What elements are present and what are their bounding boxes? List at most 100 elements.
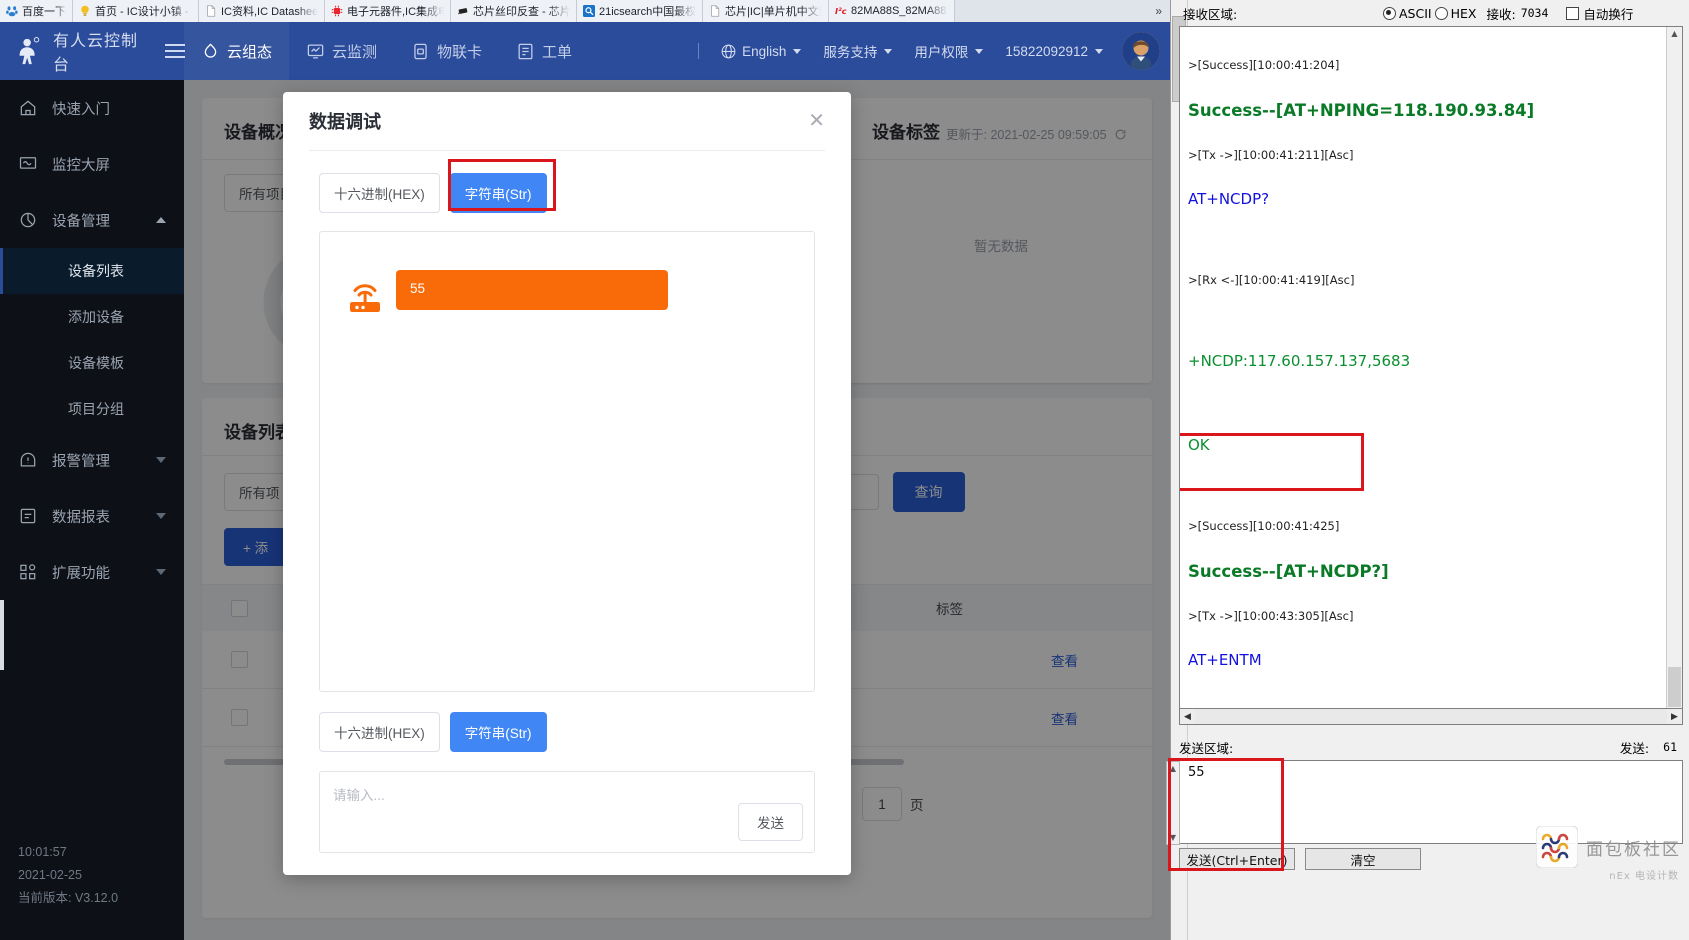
ic-red-icon: I²c [835, 6, 847, 16]
nav-item-cloud-monitor[interactable]: 云监测 [289, 22, 394, 80]
send-area-label: 发送区域: [1179, 740, 1234, 756]
watermark: 面包板社区 [1536, 826, 1681, 868]
browser-tab-overflow-button[interactable]: » [1147, 4, 1170, 18]
scroll-left-arrow-icon[interactable]: ◀ [1180, 709, 1195, 724]
sidebar-item-add-device[interactable]: 添加设备 [0, 294, 184, 340]
hex-radio[interactable] [1434, 6, 1448, 20]
log-line: OK [1188, 435, 1210, 454]
send-count-label: 发送: [1619, 740, 1650, 756]
watermark-logo-icon [1536, 826, 1578, 868]
browser-tab[interactable]: 21icsearch中国最权 [577, 0, 703, 22]
nav-item-work-order[interactable]: 工单 [499, 22, 589, 80]
str-format-button-top[interactable]: 字符串(Str) [449, 173, 547, 213]
avatar-image [1122, 32, 1160, 70]
receive-horizontal-scrollbar[interactable]: ◀ ▶ [1179, 708, 1683, 725]
nav-item-iot-card[interactable]: 物联卡 [394, 22, 499, 80]
sidebar-item-data-report[interactable]: 数据报表 [0, 488, 184, 544]
sidebar-item-project-group[interactable]: 项目分组 [0, 386, 184, 432]
nav-label: 工单 [542, 43, 573, 61]
browser-tab-title: 芯片|IC|单片机中文资 [725, 6, 822, 18]
send-button[interactable]: 发送 [738, 803, 803, 841]
log-spacer [1188, 316, 1682, 325]
sidebar-item-extensions[interactable]: 扩展功能 [0, 544, 184, 600]
main-nav: 云组态 云监测 物联卡 工单 [184, 22, 589, 80]
browser-tab[interactable]: IC资料,IC Datasheet [199, 0, 325, 22]
brand-area[interactable]: 有人云控制台 [0, 22, 185, 80]
data-debug-modal: 数据调试 ✕ 十六进制(HEX) 字符串(Str) 55 十六进制(HEX) 字… [283, 92, 851, 875]
hex-format-button-bottom[interactable]: 十六进制(HEX) [319, 712, 440, 752]
receive-count-label: 接收: [1486, 6, 1516, 22]
sidebar-item-device-management[interactable]: 设备管理 [0, 192, 184, 248]
support-menu[interactable]: 服务支持 [812, 41, 903, 61]
chevron-down-icon [975, 48, 984, 54]
scroll-right-arrow-icon[interactable]: ▶ [1667, 709, 1682, 724]
browser-tab-title: 芯片丝印反查 - 芯片 [473, 6, 570, 18]
message-bubble: 55 [396, 270, 668, 310]
permissions-menu[interactable]: 用户权限 [903, 41, 994, 61]
browser-tab[interactable]: 芯片丝印反查 - 芯片 [451, 0, 577, 22]
browser-tab[interactable]: 首页 - IC设计小镇 - F [73, 0, 199, 22]
sidebar-item-alarm-management[interactable]: 报警管理 [0, 432, 184, 488]
ascii-radio[interactable] [1383, 6, 1396, 20]
footer-version: 当前版本: V3.12.0 [18, 891, 119, 905]
sidebar-item-device-template[interactable]: 设备模板 [0, 340, 184, 386]
scroll-up-arrow-icon[interactable]: ▲ [1668, 27, 1681, 40]
sidebar-footer: 10:01:57 2021-02-25 当前版本: V3.12.0 [18, 841, 118, 910]
auto-wrap-checkbox[interactable] [1566, 6, 1580, 20]
home-icon [20, 100, 36, 116]
footer-time: 10:01:57 [18, 845, 67, 859]
ascii-label: ASCII [1399, 5, 1432, 21]
log-line: >[Tx ->][10:00:43:305][Asc] [1188, 608, 1354, 623]
serial-clear-button[interactable]: 清空 [1305, 848, 1421, 870]
sidebar-item-label: 扩展功能 [52, 565, 110, 582]
log-line: Success--[AT+NPING=118.190.93.84] [1188, 101, 1535, 121]
chevron-down-icon [1095, 48, 1103, 54]
avatar[interactable] [1122, 32, 1160, 70]
watermark-subtext: nEx 电设计数 [1609, 871, 1679, 882]
browser-tab-strip: 百度一下 首页 - IC设计小镇 - F IC资料,IC Datasheet 电… [0, 0, 1170, 23]
language-switcher[interactable]: English [709, 43, 812, 60]
nav-label: 云组态 [227, 43, 273, 61]
log-line: >[Rx <-][10:00:41:419][Asc] [1188, 273, 1355, 288]
chevron-down-icon [156, 457, 166, 463]
sidebar-item-label: 报警管理 [52, 453, 110, 470]
receive-vertical-scrollbar[interactable]: ▲ ▼ [1666, 27, 1682, 723]
chevron-up-icon [156, 217, 166, 223]
browser-tab[interactable]: I²c 82MA88S_82MA88S [829, 0, 955, 22]
receive-area-header: 接收区域: ASCII HEX 接收: 7034 自动换行 [1171, 0, 1689, 26]
send-scrollbar[interactable]: ▲ ▼ [1166, 761, 1180, 845]
sidebar-item-device-list[interactable]: 设备列表 [0, 248, 184, 294]
baidu-icon [6, 6, 18, 17]
nav-item-cloud-scada[interactable]: 云组态 [184, 22, 290, 80]
receive-log-area[interactable]: >[Success][10:00:41:204] Success--[AT+NP… [1179, 26, 1683, 724]
hex-label: HEX [1450, 5, 1477, 21]
browser-tab[interactable]: 百度一下 [0, 0, 73, 22]
close-icon[interactable]: ✕ [808, 111, 825, 131]
message-input-placeholder: 请输入... [333, 788, 385, 803]
receive-scroll-thumb[interactable] [1668, 667, 1681, 707]
watermark-text: 面包板社区 [1586, 839, 1681, 860]
sidebar-item-quick-start[interactable]: 快速入门 [0, 80, 184, 136]
report-icon [20, 508, 36, 524]
account-menu[interactable]: 15822092912 [994, 44, 1114, 59]
browser-tab[interactable]: 电子元器件,IC集成电 [325, 0, 451, 22]
chevron-down-icon [156, 513, 166, 519]
menu-toggle-icon[interactable] [164, 44, 185, 58]
message-input-wrapper[interactable]: 请输入... 发送 [319, 771, 815, 853]
nav-label: 物联卡 [437, 43, 483, 61]
serial-send-button[interactable]: 发送(Ctrl+Enter) [1179, 848, 1295, 870]
sidebar-sub-label: 添加设备 [68, 309, 124, 325]
hex-format-button-top[interactable]: 十六进制(HEX) [319, 173, 440, 213]
format-toggle-bottom: 十六进制(HEX) 字符串(Str) [319, 712, 815, 752]
send-area-header: 发送区域: 发送: 61 [1179, 736, 1683, 758]
receive-count-value: 7034 [1520, 6, 1549, 20]
browser-tab[interactable]: 芯片|IC|单片机中文资 [703, 0, 829, 22]
language-label: English [742, 43, 787, 59]
log-line: Success--[AT+NCDP?] [1188, 561, 1389, 581]
sidebar-item-dashboard[interactable]: 监控大屏 [0, 136, 184, 192]
scroll-up-arrow-icon[interactable]: ▲ [1167, 762, 1179, 775]
str-format-button-bottom[interactable]: 字符串(Str) [449, 712, 547, 752]
sidebar-item-label: 监控大屏 [52, 157, 110, 174]
scroll-down-arrow-icon[interactable]: ▼ [1167, 831, 1179, 844]
permissions-label: 用户权限 [914, 45, 969, 60]
